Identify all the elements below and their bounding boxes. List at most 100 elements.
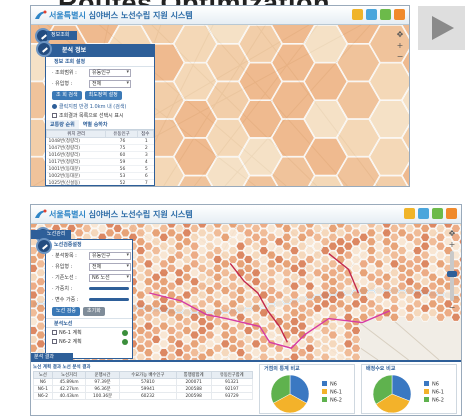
hex-cell[interactable] <box>181 255 192 264</box>
hex-cell[interactable] <box>181 290 192 300</box>
hex-cell[interactable] <box>304 317 315 326</box>
hex-cell[interactable] <box>320 281 331 291</box>
hex-cell[interactable] <box>220 295 231 304</box>
hex-cell[interactable] <box>389 277 400 286</box>
hex-cell[interactable] <box>404 312 415 322</box>
radius-option[interactable]: 클릭지점 반경 1.0km 내 (검색) <box>46 102 154 111</box>
hex-cell[interactable] <box>389 224 400 233</box>
hex-cell[interactable] <box>243 326 254 335</box>
hex-cell[interactable] <box>304 273 315 282</box>
hex-cell[interactable] <box>35 304 46 313</box>
hex-cell[interactable] <box>297 312 308 322</box>
hex-cell[interactable] <box>220 277 231 286</box>
hex-cell[interactable] <box>412 246 423 255</box>
hex-cell[interactable] <box>335 335 346 344</box>
hex-cell[interactable] <box>158 259 169 269</box>
hex-cell[interactable] <box>258 246 269 255</box>
hex-cell[interactable] <box>328 233 338 242</box>
hex-cell[interactable] <box>243 335 254 344</box>
play-button[interactable] <box>418 6 465 50</box>
hex-cell[interactable] <box>427 281 438 291</box>
hex-cell[interactable] <box>412 281 423 291</box>
hex-cell[interactable] <box>151 237 161 246</box>
tab-ranking[interactable]: 교통량 순위 <box>46 120 79 129</box>
hex-cell[interactable] <box>189 295 200 304</box>
hex-cell[interactable] <box>258 352 269 360</box>
hex-cell[interactable] <box>197 335 208 344</box>
hex-cell[interactable] <box>335 352 346 360</box>
hex-cell[interactable] <box>381 273 392 282</box>
hex-cell[interactable] <box>143 330 154 340</box>
hex-cell[interactable] <box>412 228 423 238</box>
hex-cell[interactable] <box>366 299 377 309</box>
hex-cell[interactable] <box>351 344 361 353</box>
hex-cell[interactable] <box>151 299 161 309</box>
hex-cell[interactable] <box>174 286 185 295</box>
hex-cell[interactable] <box>335 237 346 246</box>
hex-cell[interactable] <box>389 304 400 313</box>
hex-cell[interactable] <box>143 277 154 286</box>
hex-cell[interactable] <box>351 255 361 264</box>
home-icon[interactable] <box>352 9 363 20</box>
hex-cell[interactable] <box>374 286 384 295</box>
hex-cell[interactable] <box>258 237 269 246</box>
hex-cell[interactable] <box>151 255 161 264</box>
hex-cell[interactable] <box>397 290 407 300</box>
hex-cell[interactable] <box>351 326 361 335</box>
hex-cell[interactable] <box>304 255 315 264</box>
hex-cell[interactable] <box>351 308 361 318</box>
hex-cell[interactable] <box>389 250 400 260</box>
route-select[interactable]: N6 노선 <box>89 273 131 282</box>
hex-cell[interactable] <box>243 281 254 291</box>
hex-cell[interactable] <box>274 273 284 282</box>
hex-cell[interactable] <box>335 224 346 229</box>
display-option[interactable]: 조회결과 목록으로 선택시 표시 <box>46 111 154 120</box>
hex-cell[interactable] <box>197 273 208 282</box>
hex-cell[interactable] <box>205 268 215 278</box>
hex-cell[interactable] <box>404 259 415 269</box>
hex-cell[interactable] <box>412 273 423 282</box>
hex-cell[interactable] <box>35 277 46 286</box>
hex-cell[interactable] <box>158 286 169 295</box>
hex-cell[interactable] <box>220 224 231 233</box>
hex-cell[interactable] <box>212 273 223 282</box>
hex-cell[interactable] <box>135 264 146 273</box>
hex-cell[interactable] <box>435 295 446 304</box>
hex-cell[interactable] <box>266 250 277 260</box>
hex-cell[interactable] <box>289 246 300 255</box>
hex-cell[interactable] <box>274 352 284 360</box>
hex-cell[interactable] <box>205 286 215 295</box>
visibility-icon[interactable] <box>122 338 128 345</box>
hex-cell[interactable] <box>174 268 185 278</box>
hex-cell[interactable] <box>189 224 200 233</box>
hex-cell[interactable] <box>143 339 154 349</box>
hex-cell[interactable] <box>166 317 177 326</box>
hex-cell[interactable] <box>35 321 46 331</box>
hex-cell[interactable] <box>158 312 169 322</box>
hex-cell[interactable] <box>258 317 269 326</box>
hex-cell[interactable] <box>304 224 315 229</box>
hex-cell[interactable] <box>105 224 115 229</box>
hex-cell[interactable] <box>358 259 369 269</box>
hex-cell[interactable] <box>366 224 377 229</box>
hex-cell[interactable] <box>412 224 423 229</box>
hex-cell[interactable] <box>335 228 346 238</box>
hex-cell[interactable] <box>397 281 407 291</box>
hex-cell[interactable] <box>312 304 323 313</box>
hex-cell[interactable] <box>304 299 315 309</box>
reset-button[interactable]: 초기화 <box>83 307 105 316</box>
hex-cell[interactable] <box>266 233 277 242</box>
print-icon[interactable] <box>380 9 391 20</box>
hex-cell[interactable] <box>174 224 185 233</box>
hex-cell[interactable] <box>358 233 369 242</box>
hex-cell[interactable] <box>166 281 177 291</box>
hex-cell[interactable] <box>174 348 185 357</box>
hex-cell[interactable] <box>274 224 284 229</box>
hex-cell[interactable] <box>397 255 407 264</box>
hex-cell[interactable] <box>158 250 169 260</box>
hex-cell[interactable] <box>228 326 238 335</box>
hex-cell[interactable] <box>304 264 315 273</box>
hex-cell[interactable] <box>158 233 169 242</box>
hex-cell[interactable] <box>143 241 154 251</box>
hex-cell[interactable] <box>312 330 323 340</box>
